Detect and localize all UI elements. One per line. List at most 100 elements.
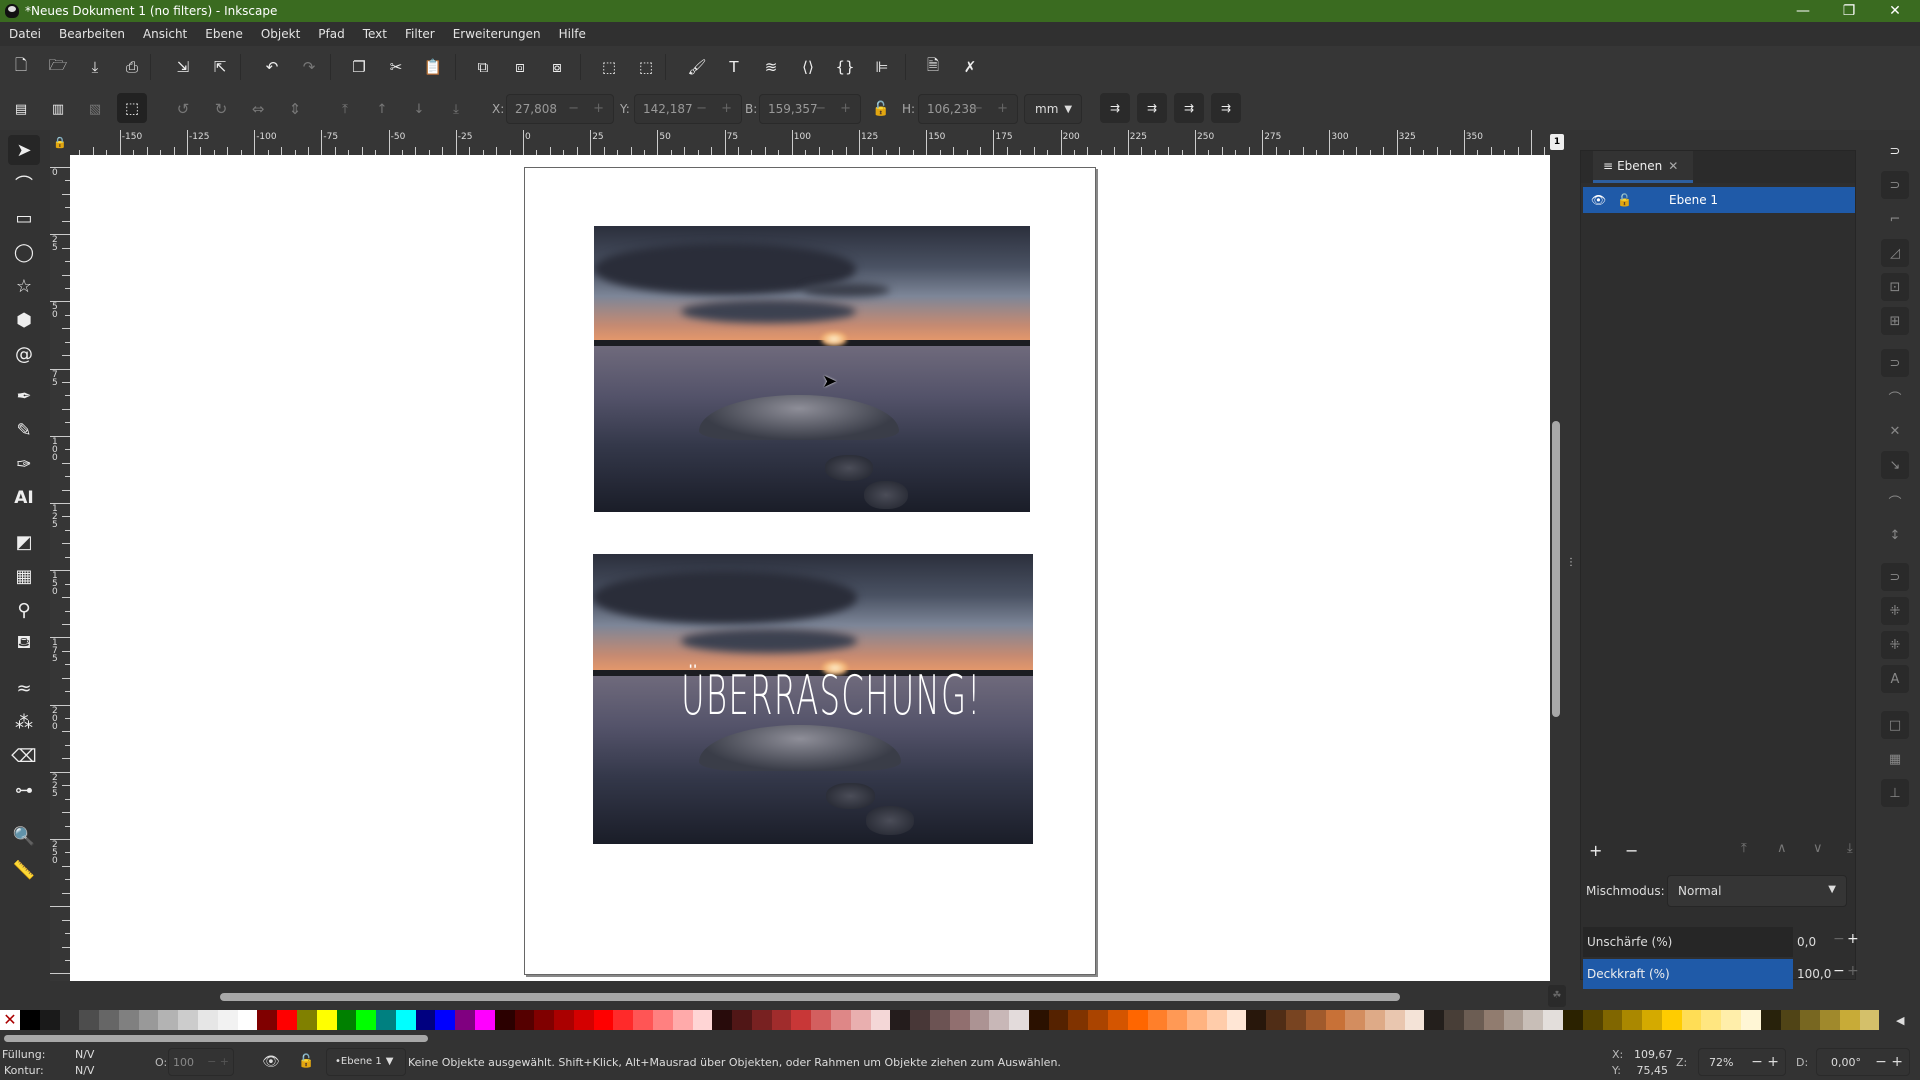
color-swatch[interactable] <box>1483 1010 1504 1030</box>
color-swatch[interactable] <box>1365 1010 1385 1030</box>
color-swatch[interactable] <box>316 1010 337 1030</box>
color-swatch[interactable] <box>1642 1010 1662 1030</box>
color-swatch[interactable] <box>277 1010 297 1030</box>
color-swatch[interactable] <box>296 1010 317 1030</box>
vertical-scrollbar[interactable] <box>1552 421 1560 717</box>
snap-bbox-centers-icon[interactable]: ⊞ <box>1881 307 1909 335</box>
color-swatch[interactable] <box>831 1010 851 1030</box>
color-swatch[interactable] <box>732 1010 752 1030</box>
color-swatch[interactable] <box>514 1010 535 1030</box>
color-swatch[interactable] <box>1760 1010 1781 1030</box>
opacity-stepper[interactable]: − + <box>207 1055 229 1068</box>
color-swatch[interactable] <box>494 1010 515 1030</box>
blur-value[interactable]: 0,0 <box>1797 935 1816 949</box>
opacity-value[interactable]: 100,0 <box>1797 967 1831 981</box>
blur-increment[interactable]: + <box>1847 931 1859 947</box>
color-swatch[interactable] <box>811 1010 832 1030</box>
rotate-ccw-icon[interactable]: ↺ <box>168 94 198 124</box>
group-icon[interactable]: ⬚ <box>594 52 624 82</box>
width-input[interactable]: 159,357− + <box>759 94 861 124</box>
sunset-image-2[interactable]: ÜBERRASCHUNG! <box>593 554 1033 844</box>
color-swatch[interactable] <box>1305 1010 1326 1030</box>
raise-to-top-icon[interactable]: ⤒ <box>330 94 360 124</box>
width-stepper[interactable]: − + <box>815 101 856 116</box>
3d-box-tool-icon[interactable]: ⬢ <box>8 305 40 335</box>
color-swatch[interactable] <box>1167 1010 1188 1030</box>
color-swatch[interactable] <box>929 1010 950 1030</box>
no-paint-swatch[interactable]: ✕ <box>0 1010 20 1030</box>
color-swatch[interactable] <box>1088 1010 1108 1030</box>
layer-down-icon[interactable]: ∨ <box>1813 841 1823 856</box>
menu-pfad[interactable]: Pfad <box>309 27 353 41</box>
palette-menu-icon[interactable]: ◀ <box>1896 1014 1904 1027</box>
snap-cusp-nodes-icon[interactable]: ↘ <box>1881 451 1909 479</box>
color-swatch[interactable] <box>474 1010 495 1030</box>
undo-icon[interactable]: ↶ <box>257 52 287 82</box>
snap-text-baseline-icon[interactable]: A <box>1881 665 1909 693</box>
menu-erweiterungen[interactable]: Erweiterungen <box>444 27 550 41</box>
clone-icon[interactable]: ⧈ <box>505 52 535 82</box>
copy-icon[interactable]: ❐ <box>344 52 374 82</box>
ellipse-tool-icon[interactable]: ◯ <box>8 237 40 267</box>
eye-icon[interactable]: 👁 <box>262 1054 280 1070</box>
color-swatch[interactable] <box>1028 1010 1049 1030</box>
node-tool-icon[interactable]: ⌒ <box>8 169 40 199</box>
fill-stroke-icon[interactable]: 🖌 <box>682 52 712 82</box>
zoom-tool-icon[interactable]: 🔍 <box>8 821 40 851</box>
sunset-image-1[interactable] <box>594 226 1030 512</box>
zoom-stepper[interactable]: − + <box>1751 1054 1779 1070</box>
paste-icon[interactable]: 📋 <box>418 52 448 82</box>
print-icon[interactable]: ⎙ <box>117 52 147 82</box>
save-icon[interactable]: ⤓ <box>80 52 110 82</box>
lower-to-bottom-icon[interactable]: ⤓ <box>441 94 471 124</box>
color-swatch[interactable] <box>712 1010 733 1030</box>
text-tool-icon[interactable]: AI <box>8 483 40 513</box>
color-swatch[interactable] <box>99 1010 119 1030</box>
snap-rotation-centers-icon[interactable]: ⁜ <box>1881 631 1909 659</box>
touch-select-icon[interactable]: ⬚ <box>117 93 147 123</box>
height-input[interactable]: 106,238− + <box>918 94 1018 124</box>
menu-hilfe[interactable]: Hilfe <box>550 27 595 41</box>
color-swatch[interactable] <box>1800 1010 1821 1030</box>
color-swatch[interactable] <box>118 1010 139 1030</box>
color-swatch[interactable] <box>1780 1010 1801 1030</box>
snap-guides-icon[interactable]: ⊥ <box>1881 779 1909 807</box>
horizontal-scrollbar[interactable] <box>220 993 1400 1001</box>
color-swatch[interactable] <box>158 1010 179 1030</box>
remove-layer-button[interactable]: − <box>1625 841 1638 860</box>
color-swatch[interactable] <box>1721 1010 1741 1030</box>
blend-mode-select[interactable]: Normal ▼ <box>1667 875 1847 907</box>
import-icon[interactable]: ⇲ <box>168 52 198 82</box>
color-swatch[interactable] <box>1009 1010 1029 1030</box>
color-swatch[interactable] <box>573 1010 594 1030</box>
color-swatch[interactable] <box>356 1010 377 1030</box>
color-swatch[interactable] <box>1740 1010 1761 1030</box>
color-swatch[interactable] <box>1562 1010 1583 1030</box>
color-swatch[interactable] <box>415 1010 436 1030</box>
add-layer-button[interactable]: + <box>1589 841 1602 860</box>
color-swatch[interactable] <box>178 1010 199 1030</box>
color-swatch[interactable] <box>336 1010 357 1030</box>
color-swatch[interactable] <box>1127 1010 1148 1030</box>
menu-objekt[interactable]: Objekt <box>252 27 309 41</box>
color-swatch[interactable] <box>1404 1010 1425 1030</box>
snap-bbox-edges-icon[interactable]: ⌐ <box>1881 205 1909 233</box>
text-font-icon[interactable]: T <box>719 52 749 82</box>
color-swatch[interactable] <box>257 1010 278 1030</box>
fill-value[interactable]: N/V <box>75 1048 94 1061</box>
color-swatch[interactable] <box>910 1010 930 1030</box>
color-swatch[interactable] <box>1503 1010 1524 1030</box>
rectangle-tool-icon[interactable]: ▭ <box>8 203 40 233</box>
color-swatch[interactable] <box>534 1010 555 1030</box>
color-swatch[interactable] <box>1444 1010 1465 1030</box>
snap-bbox-icon[interactable]: ⊃ <box>1881 171 1909 199</box>
rotation-input[interactable]: 0,00° − + <box>1816 1048 1910 1076</box>
color-swatch[interactable] <box>870 1010 891 1030</box>
snap-others-icon[interactable]: ⊃ <box>1881 563 1909 591</box>
align-distribute-icon[interactable]: ⊫ <box>867 52 897 82</box>
select-all-icon[interactable]: ▤ <box>6 94 36 124</box>
tweak-tool-icon[interactable]: ≈ <box>8 673 40 703</box>
preferences-icon[interactable]: ✗ <box>955 52 985 82</box>
connector-tool-icon[interactable]: ⊶ <box>8 775 40 805</box>
layer-name[interactable]: Ebene 1 <box>1669 193 1718 207</box>
